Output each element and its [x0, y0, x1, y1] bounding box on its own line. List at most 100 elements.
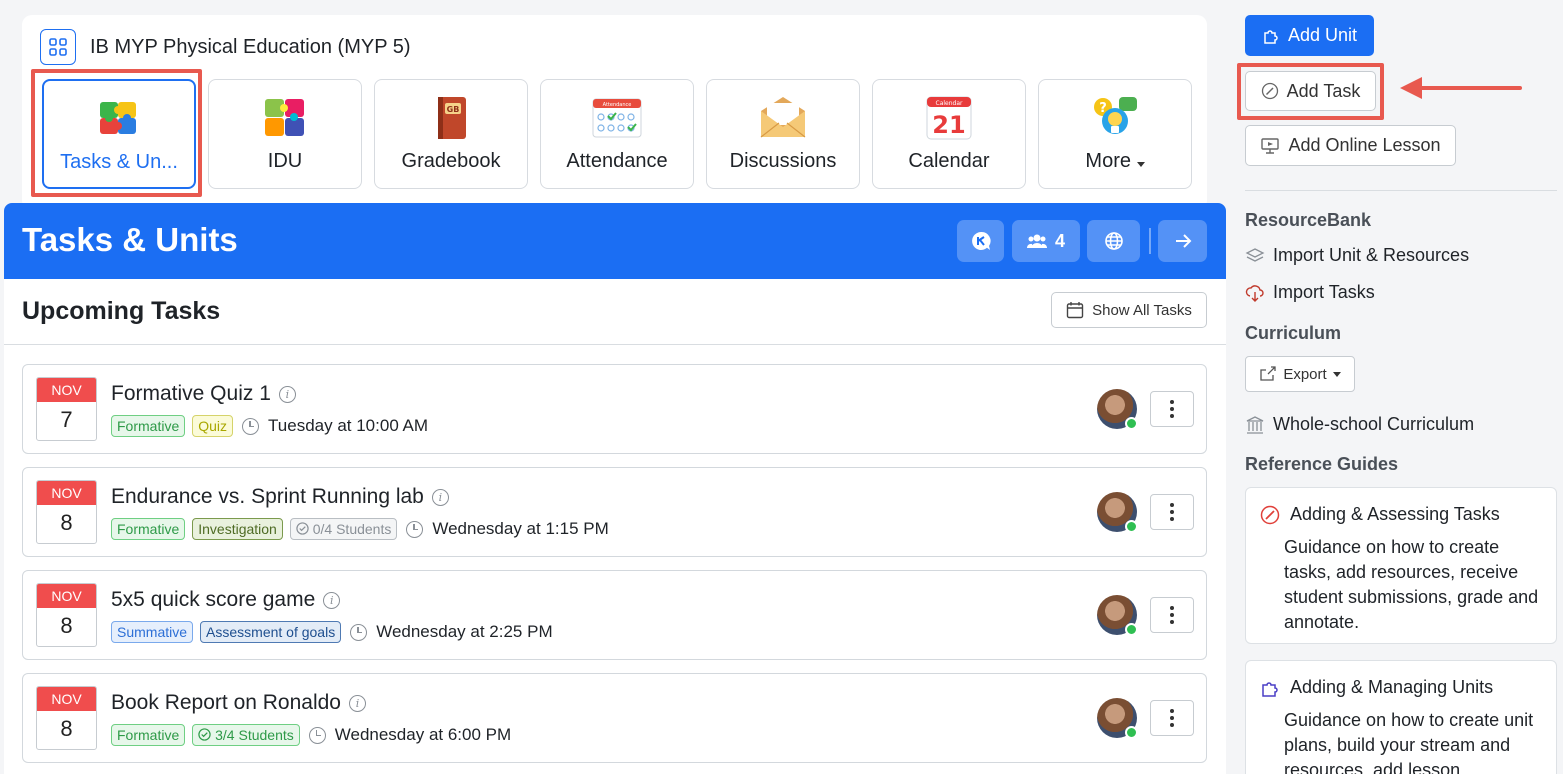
cloud-download-icon: [1245, 284, 1264, 302]
resourcebank-heading: ResourceBank: [1245, 210, 1372, 230]
upcoming-tasks-panel: Upcoming Tasks Show All Tasks NOV 7 Form…: [4, 279, 1226, 774]
class-nav-tiles: Tasks & Un... IDU GB Gradebook Attendanc…: [42, 79, 1192, 189]
avatar[interactable]: [1097, 595, 1138, 636]
annotation-arrow-icon: [1400, 77, 1522, 99]
tasks-units-banner: Tasks & Units 4: [4, 203, 1226, 279]
tile-attendance[interactable]: Attendance Attendance: [540, 79, 694, 189]
presentation-icon: [1261, 137, 1280, 154]
tile-calendar[interactable]: Calendar 21 Calendar: [872, 79, 1026, 189]
section-title: Upcoming Tasks: [22, 297, 221, 325]
calendar-day: 21: [932, 111, 965, 139]
task-card[interactable]: NOV 8 Book Report on Ronaldo i Formative…: [22, 673, 1207, 763]
task-title[interactable]: Endurance vs. Sprint Running lab: [111, 485, 424, 509]
whole-school-curriculum-link[interactable]: Whole-school Curriculum: [1245, 414, 1474, 435]
date-month: NOV: [37, 584, 96, 608]
avatar[interactable]: [1097, 389, 1138, 430]
globe-button[interactable]: [1087, 220, 1140, 262]
task-card[interactable]: NOV 7 Formative Quiz 1 i Formative Quiz …: [22, 364, 1207, 454]
submissions-count: 0/4 Students: [312, 521, 392, 537]
divider: [4, 344, 1226, 345]
tag: Investigation: [192, 518, 283, 540]
clock-icon: [406, 520, 424, 538]
clock-icon: [242, 417, 260, 435]
chevron-down-icon: [1332, 371, 1341, 377]
check-circle-icon: [198, 728, 211, 741]
calendar-badge: Calendar: [936, 100, 964, 107]
apps-grid-icon[interactable]: [40, 29, 76, 65]
globe-icon: [1104, 232, 1123, 250]
guide-card[interactable]: Adding & Managing Units Guidance on how …: [1245, 660, 1557, 774]
online-status-dot: [1125, 417, 1138, 430]
tile-label: Attendance: [566, 150, 668, 172]
layers-icon: [1245, 247, 1265, 262]
import-units-link[interactable]: Import Unit & Resources: [1245, 245, 1469, 266]
chevron-down-icon: [1136, 162, 1145, 167]
task-tags: Formative Quiz Tuesday at 10:00 AM: [111, 415, 428, 437]
puzzle-icon: [1264, 29, 1278, 44]
online-status-dot: [1125, 623, 1138, 636]
task-title[interactable]: 5x5 quick score game: [111, 588, 315, 612]
forward-button[interactable]: [1158, 220, 1207, 262]
task-title[interactable]: Formative Quiz 1: [111, 382, 271, 406]
avatar[interactable]: [1097, 492, 1138, 533]
add-unit-button[interactable]: Add Unit: [1245, 15, 1374, 56]
date-badge: NOV 8: [36, 480, 97, 544]
tile-idu[interactable]: IDU: [208, 79, 362, 189]
date-badge: NOV 8: [36, 583, 97, 647]
more-options-button[interactable]: [1150, 700, 1194, 736]
submissions-tag[interactable]: 3/4 Students: [192, 724, 300, 746]
tile-tasks-units[interactable]: Tasks & Un...: [42, 79, 196, 189]
class-title-row: IB MYP Physical Education (MYP 5): [40, 29, 411, 65]
info-icon[interactable]: i: [278, 385, 296, 403]
date-day: 7: [60, 407, 73, 432]
date-badge: NOV 7: [36, 377, 97, 441]
task-title[interactable]: Book Report on Ronaldo: [111, 691, 341, 715]
date-month: NOV: [37, 378, 96, 402]
tile-label: Calendar: [908, 150, 990, 172]
show-all-tasks-button[interactable]: Show All Tasks: [1051, 292, 1207, 328]
highlight-box-add-task: [1237, 63, 1384, 120]
tile-label: IDU: [267, 150, 303, 172]
info-icon[interactable]: i: [349, 694, 366, 712]
import-tasks-link[interactable]: Import Tasks: [1245, 282, 1375, 303]
more-options-button[interactable]: [1150, 494, 1194, 530]
date-badge: NOV 8: [36, 686, 97, 750]
more-options-button[interactable]: [1150, 391, 1194, 427]
add-online-lesson-button[interactable]: Add Online Lesson: [1245, 125, 1456, 166]
task-title-row: Endurance vs. Sprint Running lab i: [111, 485, 449, 509]
tile-label: More: [1085, 150, 1145, 173]
tile-more[interactable]: ? More: [1038, 79, 1192, 189]
date-day: 8: [60, 510, 73, 535]
curriculum-heading: Curriculum: [1245, 323, 1342, 343]
date-month: NOV: [37, 687, 96, 711]
info-icon[interactable]: i: [431, 488, 449, 506]
avatar[interactable]: [1097, 698, 1138, 739]
export-label: Export: [1283, 365, 1327, 383]
task-tags: Formative Investigation 0/4 Students Wed…: [111, 518, 609, 540]
guide-title-row: Adding & Managing Units: [1260, 677, 1493, 698]
info-icon[interactable]: i: [323, 591, 341, 609]
attendance-calendar-icon: Attendance: [591, 92, 643, 144]
task-due-time: Wednesday at 2:25 PM: [376, 622, 553, 641]
tag: Quiz: [192, 415, 234, 437]
guide-card[interactable]: Adding & Assessing Tasks Guidance on how…: [1245, 487, 1557, 644]
guide-title: Adding & Assessing Tasks: [1290, 504, 1500, 524]
submissions-tag[interactable]: 0/4 Students: [289, 518, 398, 540]
chat-button[interactable]: [957, 220, 1004, 262]
import-tasks-label: Import Tasks: [1273, 282, 1375, 302]
puzzle-icon: [93, 93, 145, 145]
tag: Summative: [111, 621, 194, 643]
more-options-button[interactable]: [1150, 597, 1194, 633]
tile-discussions[interactable]: Discussions: [706, 79, 860, 189]
members-button[interactable]: 4: [1012, 220, 1080, 262]
guide-title: Adding & Managing Units: [1290, 677, 1494, 697]
online-status-dot: [1125, 726, 1138, 739]
task-card[interactable]: NOV 8 Endurance vs. Sprint Running lab i…: [22, 467, 1207, 557]
export-dropdown[interactable]: Export: [1245, 356, 1355, 392]
task-card[interactable]: NOV 8 5x5 quick score game i Summative A…: [22, 570, 1207, 660]
add-unit-label: Add Unit: [1287, 25, 1358, 45]
tile-gradebook[interactable]: GB Gradebook: [374, 79, 528, 189]
guide-description: Guidance on how to create unit plans, bu…: [1284, 710, 1534, 774]
puzzle-multicolor-icon: [259, 92, 311, 144]
export-icon: [1260, 366, 1276, 381]
